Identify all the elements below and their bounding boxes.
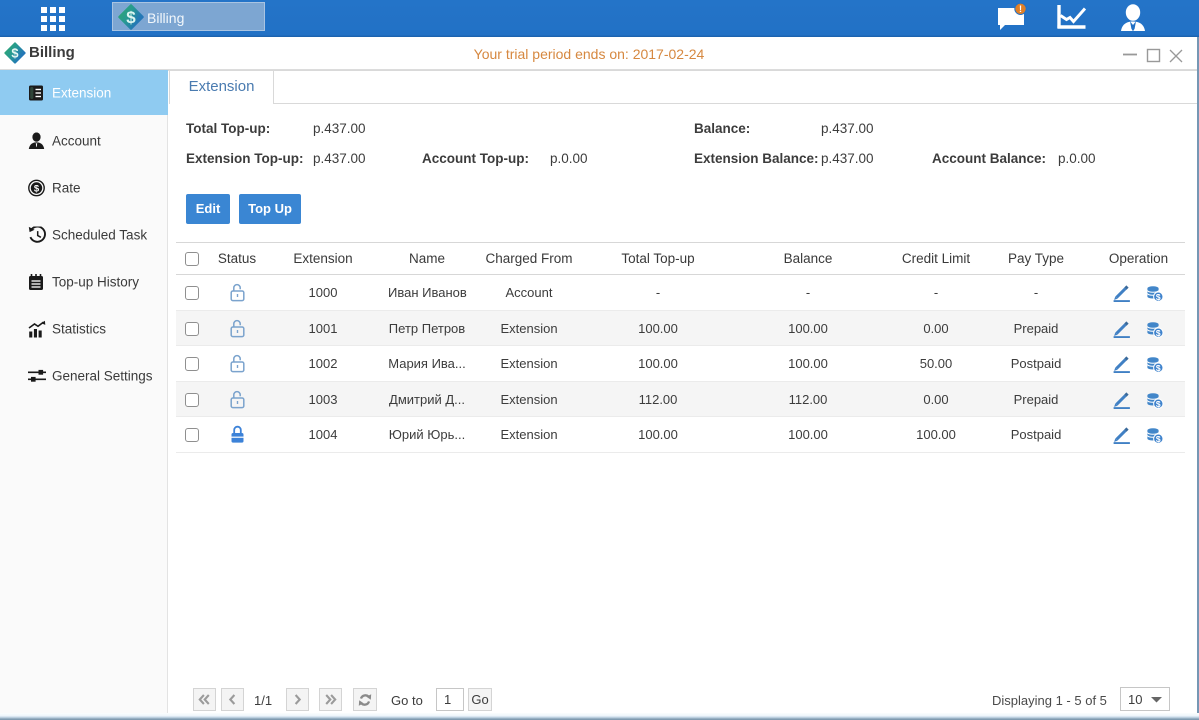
svg-text:$: $ bbox=[1155, 398, 1160, 408]
svg-text:$: $ bbox=[1155, 363, 1160, 373]
svg-text:$: $ bbox=[1155, 434, 1160, 444]
svg-text:$: $ bbox=[34, 183, 40, 194]
svg-text:$: $ bbox=[1155, 292, 1160, 302]
svg-text:$: $ bbox=[1155, 327, 1160, 337]
svg-text:!: ! bbox=[1019, 4, 1022, 14]
svg-text:$: $ bbox=[126, 8, 136, 27]
